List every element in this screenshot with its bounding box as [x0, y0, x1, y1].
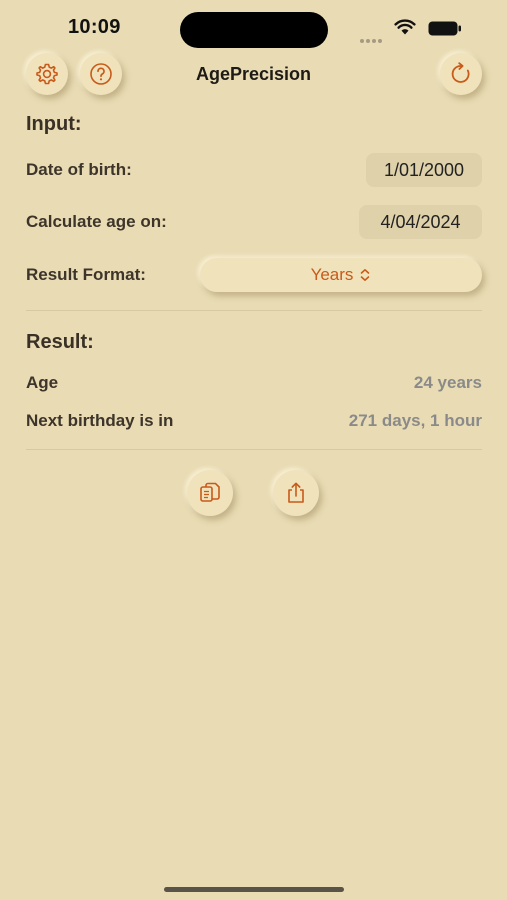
- app-title: AgePrecision: [195, 64, 312, 84]
- home-indicator: [164, 887, 344, 892]
- next-birthday-value: 271 days, 1 hour: [348, 411, 482, 430]
- dynamic-island: [180, 12, 328, 48]
- result-format-value: Years: [310, 265, 354, 284]
- share-button[interactable]: [273, 470, 319, 516]
- battery-icon: [428, 21, 461, 36]
- divider: [26, 449, 482, 450]
- age-value: 24 years: [413, 373, 482, 392]
- result-format-select[interactable]: Years: [200, 258, 482, 292]
- next-birthday-label: Next birthday is in: [26, 411, 174, 430]
- chevron-up-down-icon: [361, 269, 370, 281]
- status-time: 10:09: [68, 16, 121, 38]
- dob-picker[interactable]: 1/01/2000: [366, 153, 482, 187]
- status-bar: 10:09: [0, 0, 507, 52]
- format-label: Result Format:: [26, 265, 146, 284]
- age-label: Age: [26, 373, 59, 392]
- wifi-icon: [394, 19, 416, 35]
- dob-label: Date of birth:: [26, 160, 132, 179]
- share-icon: [288, 482, 304, 503]
- copy-icon: [200, 482, 220, 502]
- result-section-title: Result:: [26, 331, 94, 353]
- copy-button[interactable]: [187, 470, 233, 516]
- reset-button[interactable]: [440, 53, 482, 95]
- divider: [26, 310, 482, 311]
- input-section-title: Input:: [26, 113, 82, 135]
- calc-date-label: Calculate age on:: [26, 212, 167, 231]
- calc-date-picker[interactable]: 4/04/2024: [359, 205, 482, 239]
- cellular-signal-icon: [360, 30, 386, 43]
- refresh-icon: [451, 62, 470, 83]
